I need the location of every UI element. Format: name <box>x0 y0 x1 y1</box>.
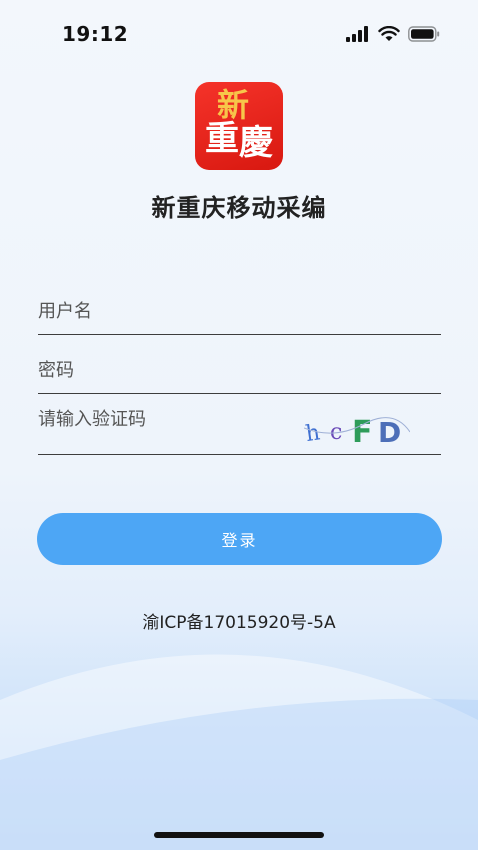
icp-license: 渝ICP备17015920号-5A <box>142 613 336 633</box>
username-field <box>38 288 441 335</box>
logo-char-3: 慶 <box>239 123 273 163</box>
username-input[interactable] <box>38 288 441 334</box>
captcha-input[interactable] <box>38 402 288 436</box>
captcha-char: F <box>352 415 373 450</box>
signal-icon <box>346 26 368 42</box>
wifi-icon <box>378 26 400 41</box>
login-button[interactable]: 登录 <box>37 513 442 565</box>
password-input[interactable] <box>38 348 441 393</box>
status-bar: 19:12 <box>0 0 478 70</box>
captcha-field: h c F D <box>38 402 441 455</box>
captcha-char: h <box>304 420 322 447</box>
captcha-image[interactable]: h c F D <box>304 410 410 450</box>
app-logo: 新 重 慶 <box>195 82 283 170</box>
battery-icon <box>408 26 440 42</box>
home-indicator[interactable] <box>154 832 324 838</box>
status-time: 19:12 <box>62 22 129 46</box>
password-field <box>38 348 441 394</box>
status-icons <box>346 26 440 42</box>
app-title: 新重庆移动采编 <box>151 194 327 222</box>
logo-char-2: 重 <box>205 119 239 159</box>
